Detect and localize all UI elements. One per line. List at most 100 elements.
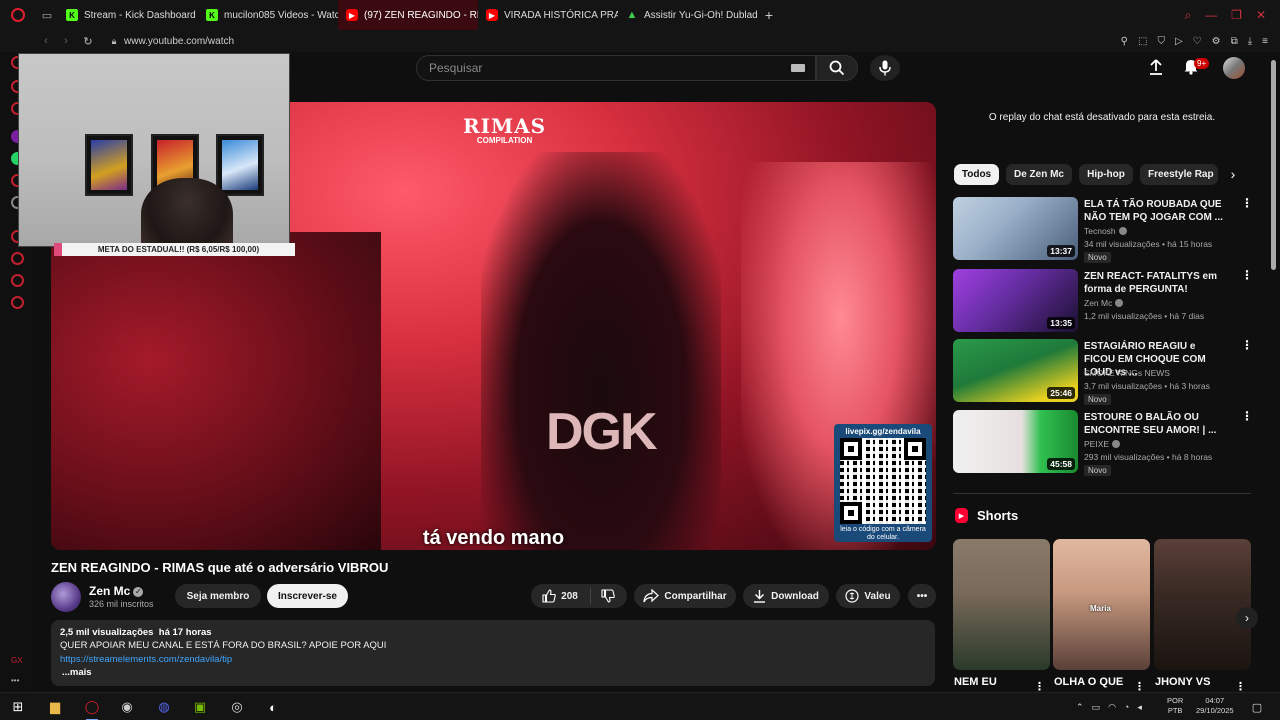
short-title[interactable]: JHONY VS [1155, 676, 1210, 688]
search-button[interactable] [816, 55, 858, 81]
like-button[interactable]: 208 [531, 584, 589, 608]
video-figure-left [51, 232, 381, 550]
sidebar-gx-icon[interactable]: GX [11, 656, 23, 665]
shorts-title: Shorts [977, 508, 1019, 523]
chevron-up-icon[interactable]: ⌃ [1076, 702, 1084, 713]
recommendation-title[interactable]: ZEN REACT- FATALITYS em forma de PERGUNT… [1084, 270, 1229, 296]
search-tabs-icon[interactable]: ⌕ [1184, 8, 1191, 23]
share-button[interactable]: Compartilhar [634, 584, 736, 608]
vpn-icon[interactable]: ⛉ [1157, 36, 1165, 47]
recommendation-item[interactable]: 13:35 ZEN REACT- FATALITYS em forma de P… [953, 269, 1253, 333]
back-button[interactable]: ‹ [36, 35, 56, 47]
app-icon[interactable]: ◐ [264, 698, 282, 716]
description-link[interactable]: https://streamelements.com/zendavila/tip [60, 653, 926, 666]
obs-icon[interactable]: ◎ [228, 698, 246, 716]
player-icon[interactable]: ▷ [1175, 36, 1183, 47]
voice-search-button[interactable] [870, 55, 900, 81]
duration-badge: 13:35 [1047, 317, 1075, 329]
url-field[interactable]: www.youtube.com/watch [124, 36, 234, 47]
short-thumbnail[interactable] [953, 539, 1050, 670]
browser-tab[interactable]: ▶ VIRADA HISTÓRICA PRA [478, 0, 618, 30]
new-tab-button[interactable]: + [758, 7, 780, 23]
chip-all[interactable]: Todos [954, 164, 999, 185]
recommendation-title[interactable]: ELA TÁ TÃO ROUBADA QUE NÃO TEM PQ JOGAR … [1084, 198, 1229, 224]
kebab-menu-icon[interactable]: ⋮ [1241, 410, 1253, 422]
short-title[interactable]: NEM EU [954, 676, 997, 688]
dislike-button[interactable] [592, 584, 624, 608]
new-badge: Novo [1084, 394, 1111, 405]
chips-next-button[interactable]: › [1222, 164, 1244, 185]
discord-icon[interactable]: ◍ [155, 698, 173, 716]
upload-icon [1150, 59, 1162, 75]
kebab-menu-icon[interactable]: ⋮ [1241, 197, 1253, 209]
create-upload-button[interactable] [1146, 58, 1166, 78]
short-thumbnail[interactable]: Maria [1053, 539, 1150, 670]
forward-button[interactable]: › [56, 35, 76, 47]
chip-freestyle-rap[interactable]: Freestyle Rap [1140, 164, 1218, 185]
join-button[interactable]: Seja membro [175, 584, 261, 608]
channel-avatar[interactable] [51, 582, 81, 612]
notification-center-icon[interactable]: ▢ [1248, 698, 1266, 716]
share-icon [643, 589, 660, 603]
shorts-next-button[interactable]: › [1236, 607, 1258, 629]
kebab-menu-icon[interactable]: ⋮ [1241, 269, 1253, 281]
chip-hip-hop[interactable]: Hip-hop [1079, 164, 1133, 185]
file-explorer-icon[interactable]: ▆ [46, 698, 64, 716]
volume-icon[interactable]: ◂ [1137, 702, 1142, 713]
subscriber-count: 326 mil inscritos [89, 599, 154, 609]
sidebar-settings-icon[interactable] [11, 296, 24, 309]
browser-tab[interactable]: Kmucilon085 Videos - Watch [198, 0, 338, 30]
wifi-icon[interactable]: ◔ [1124, 702, 1129, 712]
poster-frame [216, 134, 264, 196]
close-window-button[interactable]: ✕ [1256, 8, 1266, 22]
channel-name[interactable]: Zen Mc ✓ [89, 584, 144, 598]
heart-icon[interactable]: ♡ [1193, 36, 1202, 47]
windows-start-icon[interactable]: ⊞ [9, 698, 27, 716]
headset-icon[interactable]: ◠ [1108, 702, 1116, 713]
recommendation-item[interactable]: 25:46 ESTAGIÁRIO REAGIU e FICOU EM CHOQU… [953, 339, 1253, 405]
browser-tab[interactable]: K Stream - Kick Dashboard [58, 0, 198, 30]
sidebar-tabs-icon[interactable] [11, 274, 24, 287]
page-scrollbar[interactable] [1271, 60, 1276, 270]
search-input[interactable] [429, 61, 789, 75]
recommendation-item[interactable]: 13:37 ELA TÁ TÃO ROUBADA QUE NÃO TEM PQ … [953, 197, 1253, 263]
maximize-button[interactable]: ❐ [1231, 8, 1242, 22]
thanks-button[interactable]: Valeu [836, 584, 900, 608]
description-box[interactable]: 2,5 mil visualizações há 17 horas QUER A… [51, 620, 935, 686]
keyboard-icon[interactable] [791, 64, 805, 72]
nvidia-icon[interactable]: ▣ [191, 698, 209, 716]
recommendation-title[interactable]: ESTOURE O BALÃO OU ENCONTRE SEU AMOR! | … [1084, 411, 1229, 437]
download-button[interactable]: Download [743, 584, 829, 608]
sidebar-more-icon[interactable]: ••• [11, 676, 19, 685]
show-more-button[interactable]: ...mais [62, 666, 926, 679]
more-actions-button[interactable]: ••• [908, 584, 936, 608]
opera-gx-icon[interactable]: ◯ [83, 698, 101, 720]
recommendation-item[interactable]: 45:58 ESTOURE O BALÃO OU ENCONTRE SEU AM… [953, 410, 1253, 476]
short-title[interactable]: OLHA O QUE [1054, 676, 1123, 688]
pin-icon[interactable]: ⚲ [1121, 36, 1128, 47]
steam-icon[interactable]: ◉ [118, 698, 136, 716]
subscribe-button[interactable]: Inscrever-se [267, 584, 348, 608]
network-icon[interactable]: ▭ [1092, 702, 1101, 713]
kebab-menu-icon[interactable]: ⋮ [1241, 339, 1253, 351]
thumbs-up-icon [542, 589, 556, 603]
browser-tab[interactable]: ▲ Assistir Yu-Gi-Oh! Dublado [618, 0, 758, 30]
account-avatar[interactable] [1223, 57, 1245, 79]
clock[interactable]: 04:07 29/10/2025 [1196, 696, 1234, 716]
reload-button[interactable]: ↻ [78, 35, 98, 48]
easy-setup-icon[interactable]: ⚙ [1212, 36, 1221, 47]
browser-tab-active[interactable]: ▶(97) ZEN REAGINDO - RIMAS [338, 0, 478, 30]
tab-overview-icon[interactable]: ▭ [36, 0, 58, 30]
download-icon[interactable]: ⤓ [1248, 36, 1252, 47]
sidebar-history-icon[interactable] [11, 252, 24, 265]
opera-menu-icon[interactable] [0, 0, 36, 30]
short-thumbnail[interactable] [1154, 539, 1251, 670]
youtube-icon: ▶ [346, 9, 358, 21]
minimize-button[interactable]: — [1205, 8, 1217, 22]
video-thumbnail: 13:35 [953, 269, 1078, 332]
menu-icon[interactable]: ≡ [1262, 36, 1268, 47]
snapshot-icon[interactable]: ⬚ [1138, 36, 1147, 47]
chip-from-channel[interactable]: De Zen Mc [1006, 164, 1072, 185]
language-indicator[interactable]: POR PTB [1167, 696, 1183, 716]
extensions-icon[interactable]: ⧉ [1231, 36, 1238, 47]
